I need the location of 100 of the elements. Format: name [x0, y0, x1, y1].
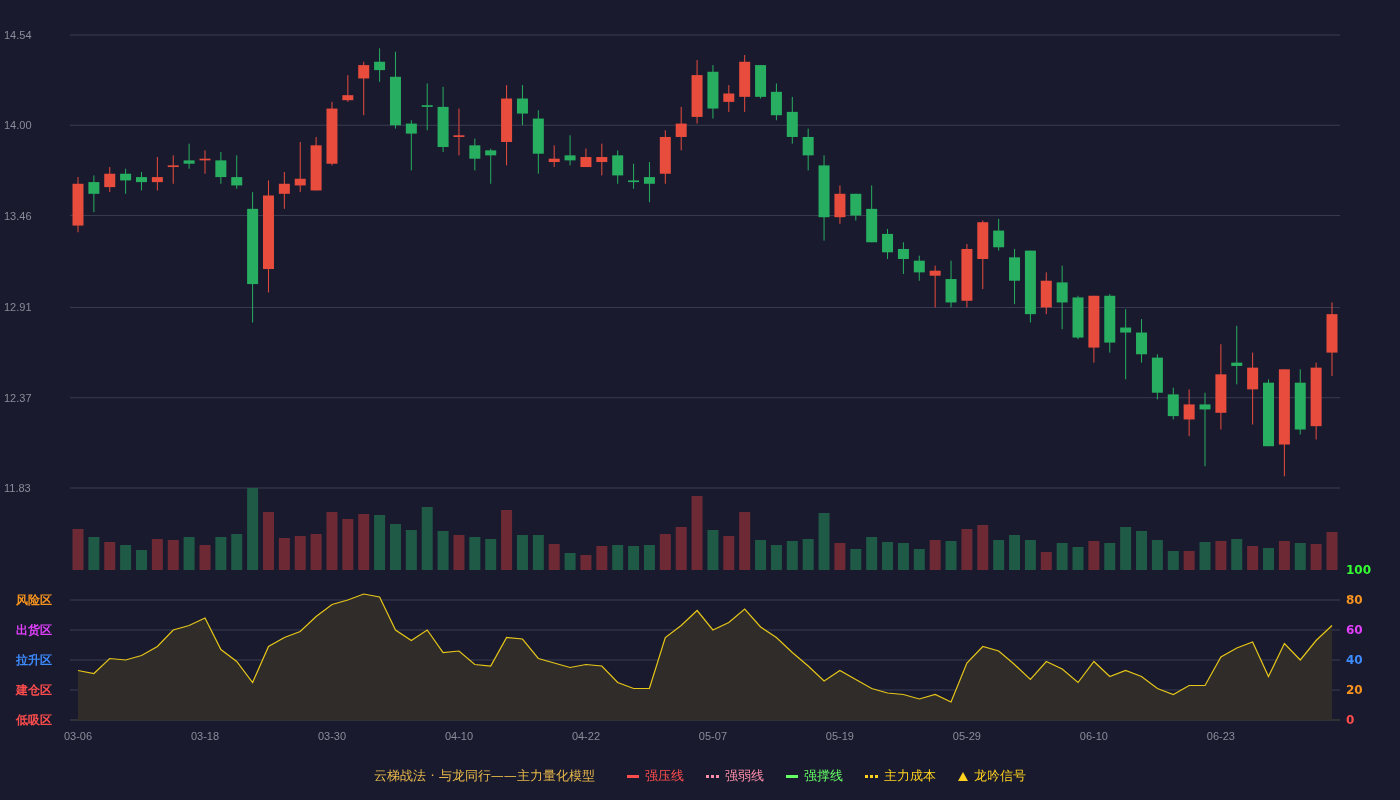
candlestick [72, 176, 84, 233]
legend-label: 强压线 [644, 767, 684, 785]
candlestick [342, 74, 354, 103]
candlestick [120, 168, 132, 195]
axis-label: 100 [1346, 563, 1372, 577]
axis-label: 14.54 [4, 29, 32, 41]
candlestick [278, 171, 290, 210]
candlestick [564, 134, 576, 166]
candlestick [850, 193, 862, 222]
candlestick [1167, 387, 1179, 420]
candlestick [1088, 295, 1100, 364]
candlestick [882, 228, 894, 260]
candlestick [786, 96, 798, 145]
legend-label: 主力成本 [883, 767, 936, 785]
axis-label: 03-30 [317, 730, 347, 742]
zone-label: 出货区 [16, 623, 52, 637]
candlestick [136, 171, 147, 191]
candlestick [612, 149, 624, 185]
candlestick [1151, 353, 1163, 400]
axis-label: 04-22 [571, 730, 600, 742]
candlestick [1263, 378, 1274, 447]
candlestick [580, 148, 592, 168]
candlestick [374, 47, 386, 83]
candlestick [770, 83, 782, 121]
candlestick [929, 265, 941, 308]
candlestick [1009, 248, 1021, 305]
axis-label: 05-07 [698, 730, 727, 742]
candlestick [215, 151, 227, 185]
candlestick [977, 220, 989, 290]
candlestick [167, 154, 179, 185]
axis-label: 14.00 [4, 119, 32, 132]
legend-title: 云梯战法 · 与龙同行——主力量化模型 [374, 767, 595, 785]
axis-label: 40 [1346, 653, 1363, 667]
axis-label: 05-29 [952, 730, 981, 742]
axis-label: 80 [1346, 593, 1363, 607]
candlestick [1040, 271, 1052, 315]
axis-label: 05-19 [825, 730, 854, 742]
candlestick [199, 149, 211, 175]
axis-label: 20 [1346, 683, 1363, 697]
candlestick [707, 64, 719, 120]
candlestick [675, 106, 687, 151]
legend-label: 龙吟信号 [973, 767, 1026, 785]
candlestick [310, 136, 322, 191]
candlestick [104, 166, 116, 193]
candlestick [1120, 308, 1132, 380]
candlestick [913, 255, 925, 282]
candlestick [294, 141, 306, 193]
candlestick [1072, 295, 1084, 340]
legend-label: 强弱线 [724, 767, 764, 785]
candlestick [358, 61, 370, 116]
zone-label: 建仓区 [16, 683, 52, 697]
axis-label: 11.83 [4, 482, 31, 494]
axis-label: 60 [1346, 623, 1363, 637]
candlestick [516, 84, 528, 126]
candlestick [596, 143, 608, 176]
candlestick [897, 241, 909, 275]
axis-label: 13.46 [4, 209, 32, 222]
candlestick [723, 84, 735, 113]
candlestick [993, 218, 1005, 252]
candlestick [437, 86, 449, 153]
candlestick [88, 174, 100, 213]
axis-label: 06-23 [1206, 730, 1235, 742]
candlestick [231, 154, 243, 190]
candlestick [532, 109, 544, 175]
candlestick [866, 184, 878, 243]
candlestick [755, 64, 767, 99]
zone-label: 拉升区 [16, 653, 52, 667]
candlestick [326, 101, 338, 166]
candlestick [961, 243, 973, 308]
candlestick [628, 163, 640, 190]
candlestick [1136, 318, 1147, 364]
candlestick [1183, 388, 1195, 437]
candlestick [945, 260, 957, 308]
axis-label: 03-06 [63, 730, 93, 742]
legend-label: 强撑线 [803, 767, 843, 785]
candlestick [151, 156, 163, 191]
candlestick [643, 161, 655, 203]
axis-label: 04-10 [444, 730, 474, 742]
candlestick [834, 184, 846, 225]
candlestick [405, 119, 417, 171]
axis-label: 06-10 [1079, 730, 1108, 742]
candlestick [453, 108, 465, 156]
axis-label: 12.91 [4, 301, 32, 314]
candlestick [1231, 325, 1243, 385]
candlestick [1294, 368, 1306, 435]
candlestick [183, 143, 195, 170]
candlestick [469, 138, 481, 171]
axis-label: 12.37 [4, 391, 32, 404]
candlestick [421, 83, 433, 131]
zone-label: 低吸区 [16, 713, 52, 727]
zone-label: 风险区 [16, 593, 52, 607]
candlestick [659, 129, 671, 185]
candlestick [1104, 293, 1116, 354]
candlestick [548, 144, 560, 168]
axis-label: 03-18 [190, 730, 220, 742]
candlestick [1056, 265, 1068, 330]
candlestick [739, 54, 751, 113]
axis-label: 0 [1346, 713, 1355, 727]
candlestick [485, 148, 497, 185]
candlestick [691, 59, 703, 125]
